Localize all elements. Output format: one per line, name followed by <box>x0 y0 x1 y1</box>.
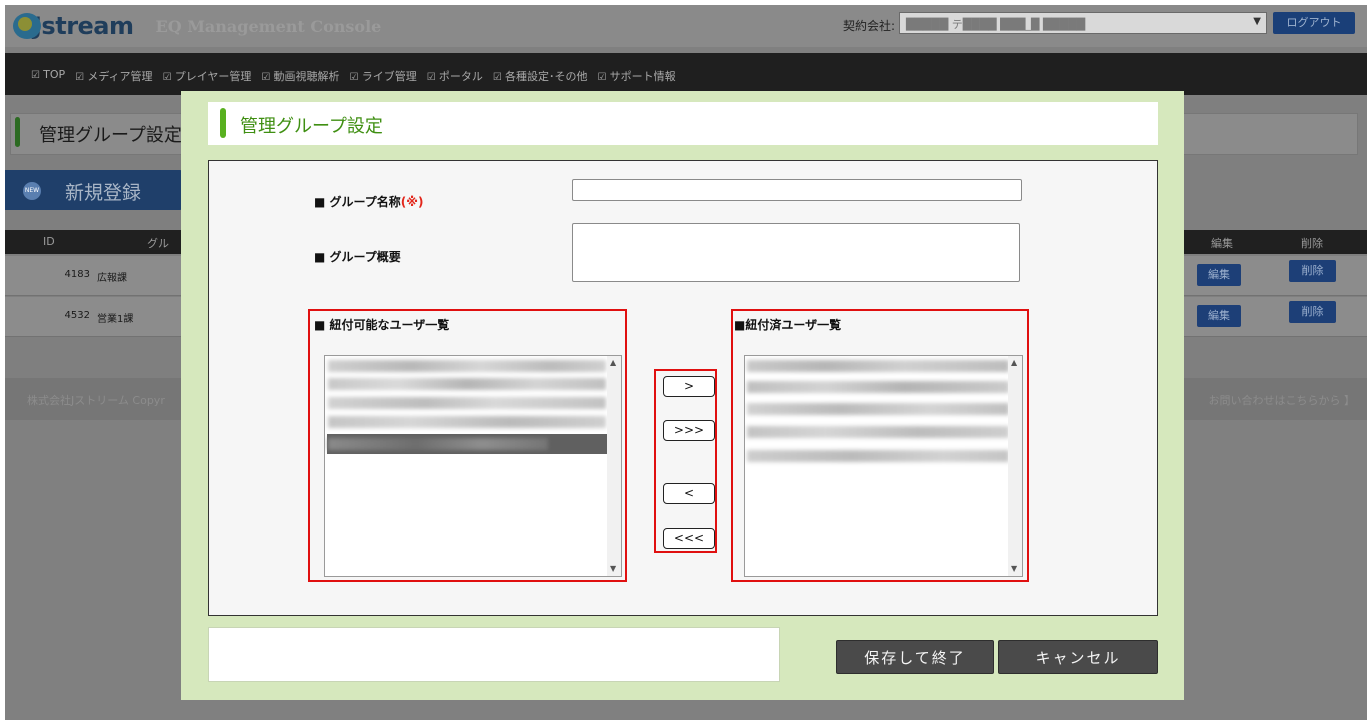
save-and-close-button[interactable]: 保存して終了 <box>836 640 994 674</box>
new-register-label: 新規登録 <box>65 182 142 204</box>
message-area <box>208 627 780 682</box>
cancel-button[interactable]: キャンセル <box>998 640 1158 674</box>
required-mark: (※) <box>400 195 424 209</box>
add-all-button[interactable]: >>> <box>663 420 715 441</box>
scroll-up-icon[interactable]: ▲ <box>1011 358 1017 367</box>
contract-label: 契約会社: <box>843 19 896 33</box>
nav-item-top[interactable]: TOP <box>31 68 65 84</box>
main-nav: TOP メディア管理 プレイヤー管理 動画視聴解析 ライブ管理 ポータル 各種設… <box>5 53 1367 95</box>
linked-users-label: ■紐付済ユーザ一覧 <box>734 318 842 332</box>
add-selected-button[interactable]: > <box>663 376 715 397</box>
group-name-input[interactable] <box>572 179 1022 201</box>
nav-item-portal[interactable]: ポータル <box>427 68 483 84</box>
delete-button[interactable]: 削除 <box>1289 260 1336 282</box>
transfer-buttons-highlight: > >>> < <<< <box>654 369 717 553</box>
col-delete: 削除 <box>1301 237 1323 250</box>
list-item-text <box>328 438 548 450</box>
remove-all-button[interactable]: <<< <box>663 528 715 549</box>
scroll-up-icon[interactable]: ▲ <box>610 358 616 367</box>
row-name: 営業1課 <box>97 314 134 325</box>
scrollbar[interactable]: ▲ ▼ <box>607 356 621 576</box>
footer-copyright: 株式会社Jストリーム Copyr <box>27 394 165 407</box>
nav-item-media[interactable]: メディア管理 <box>75 68 152 84</box>
group-name-label: ■ グループ名称(※) <box>314 193 423 210</box>
page-title: 管理グループ設定 <box>39 125 182 146</box>
list-item[interactable] <box>747 381 1009 393</box>
scrollbar[interactable]: ▲ ▼ <box>1008 356 1022 576</box>
list-item[interactable] <box>747 360 1009 372</box>
available-users-label: ■ 紐付可能なユーザ一覧 <box>314 318 450 332</box>
scroll-down-icon[interactable]: ▼ <box>610 564 616 573</box>
app-title: EQ Management Console <box>155 16 382 36</box>
site-header: Jstream EQ Management Console 契約会社: ████… <box>5 5 1367 47</box>
logout-button[interactable]: ログアウト <box>1273 12 1355 34</box>
contract-select-value: █████ テ████ ███_█ █████ <box>906 18 1086 31</box>
col-group: グル <box>147 237 169 250</box>
row-id: 4532 <box>64 310 90 321</box>
list-item[interactable] <box>747 450 1009 462</box>
nav-item-player[interactable]: プレイヤー管理 <box>163 68 252 84</box>
group-name-label-text: ■ グループ名称 <box>314 195 401 209</box>
list-item[interactable] <box>328 378 606 390</box>
linked-users-list[interactable]: ▲ ▼ <box>744 355 1023 577</box>
title-accent-bar <box>220 108 226 138</box>
available-users-list[interactable]: ▲ ▼ <box>324 355 622 577</box>
nav-item-live[interactable]: ライブ管理 <box>350 68 417 84</box>
group-desc-label: ■ グループ概要 <box>314 250 401 264</box>
edit-button[interactable]: 編集 <box>1197 305 1241 327</box>
contract-select[interactable]: █████ テ████ ███_█ █████ ▼ <box>899 12 1267 34</box>
delete-button[interactable]: 削除 <box>1289 301 1336 323</box>
nav-item-support[interactable]: サポート情報 <box>598 68 676 84</box>
row-name: 広報課 <box>97 273 127 284</box>
title-accent-bar <box>15 117 20 147</box>
brand-name: Jstream <box>33 12 134 40</box>
remove-selected-button[interactable]: < <box>663 483 715 504</box>
form-panel: ■ グループ名称(※) ■ グループ概要 ■ 紐付可能なユーザ一覧 ▲ ▼ > … <box>208 160 1158 616</box>
list-item[interactable] <box>328 360 606 372</box>
group-settings-modal: 管理グループ設定 ■ グループ名称(※) ■ グループ概要 ■ 紐付可能なユーザ… <box>181 91 1184 700</box>
new-register-button[interactable]: NEW 新規登録 <box>5 170 183 210</box>
edit-button[interactable]: 編集 <box>1197 264 1241 286</box>
col-id: ID <box>43 235 55 248</box>
list-item[interactable] <box>747 426 1009 438</box>
new-badge-icon: NEW <box>23 182 41 200</box>
logo-mark-icon <box>13 13 41 39</box>
chevron-down-icon: ▼ <box>1253 16 1261 27</box>
footer-contact-link[interactable]: お問い合わせはこちらから 】 <box>1209 392 1356 408</box>
list-item[interactable] <box>328 416 606 428</box>
modal-header: 管理グループ設定 <box>208 102 1158 145</box>
modal-title: 管理グループ設定 <box>240 116 383 136</box>
list-item[interactable] <box>747 403 1009 415</box>
nav-item-analytics[interactable]: 動画視聴解析 <box>261 68 340 84</box>
row-id: 4183 <box>64 269 90 280</box>
logo[interactable]: Jstream EQ Management Console <box>13 11 381 41</box>
col-edit: 編集 <box>1211 237 1233 250</box>
nav-item-settings[interactable]: 各種設定･その他 <box>493 68 588 84</box>
scroll-down-icon[interactable]: ▼ <box>1011 564 1017 573</box>
list-item[interactable] <box>328 397 606 409</box>
group-desc-textarea[interactable] <box>572 223 1020 282</box>
